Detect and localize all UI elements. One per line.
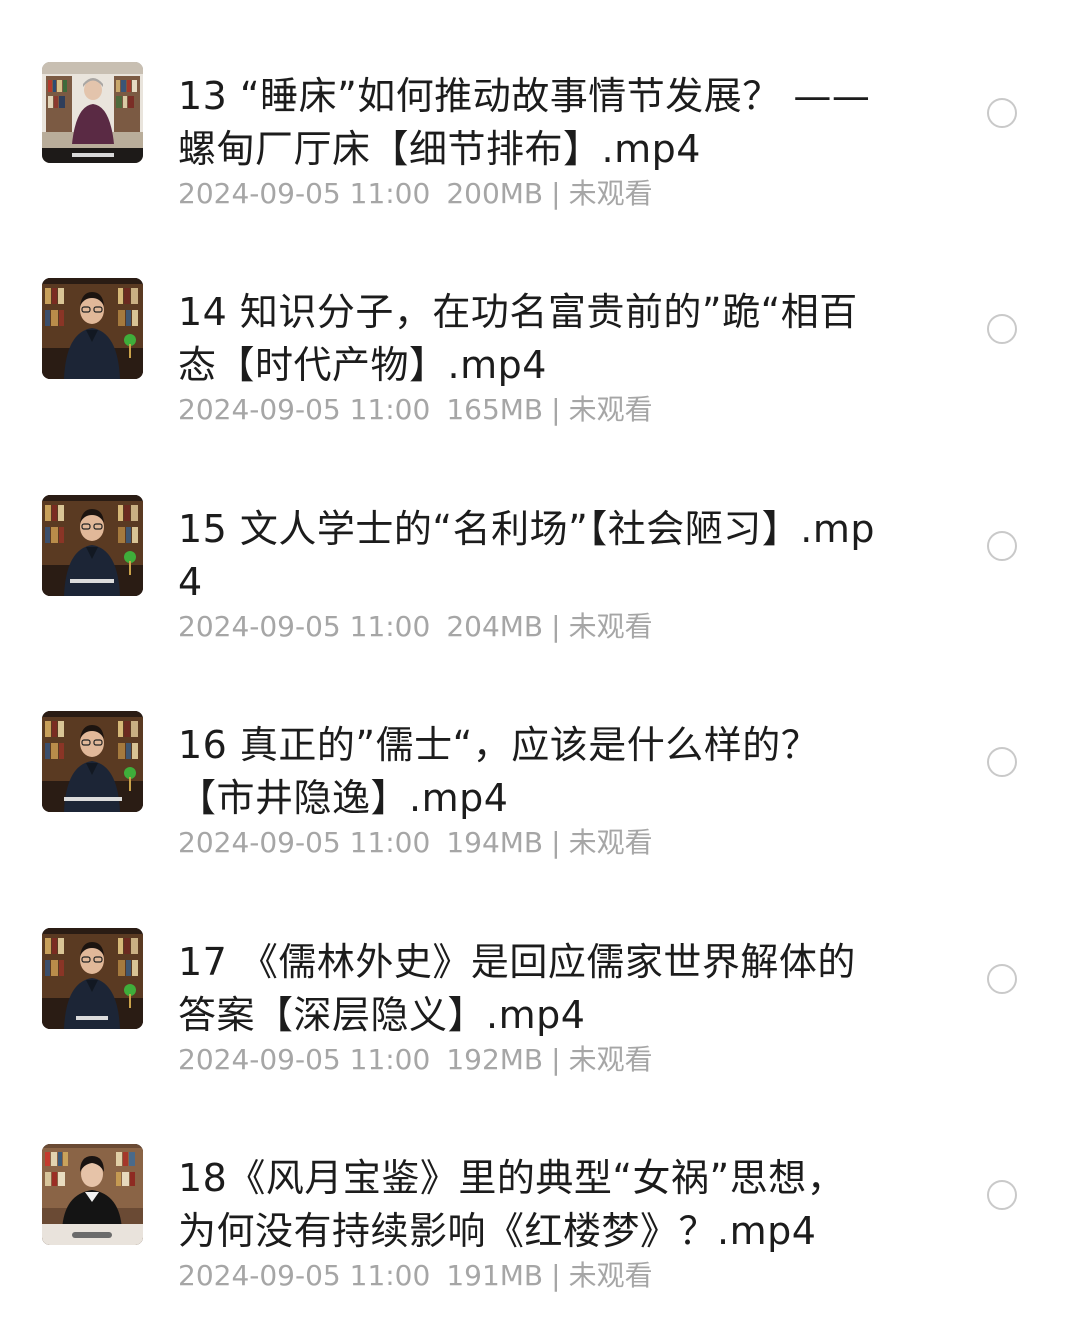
- watch-status: 未观看: [568, 1043, 653, 1076]
- watch-status: 未观看: [568, 177, 653, 210]
- select-radio[interactable]: [987, 98, 1017, 128]
- video-date: 2024-09-05 11:00: [178, 177, 431, 210]
- video-size: 194MB: [446, 826, 544, 859]
- select-radio[interactable]: [987, 531, 1017, 561]
- video-title[interactable]: 13 “睡床”如何推动故事情节发展？ ——螺甸厂厅床【细节排布】.mp4: [178, 70, 878, 176]
- video-meta: 2024-09-05 11:00 191MB | 未观看: [178, 1258, 653, 1294]
- list-item[interactable]: 18《风月宝鉴》里的典型“女祸”思想，为何没有持续影响《红楼梦》？.mp4 20…: [0, 1112, 1080, 1312]
- meta-divider: |: [551, 177, 561, 210]
- video-size: 191MB: [446, 1259, 544, 1292]
- video-meta: 2024-09-05 11:00 200MB | 未观看: [178, 176, 653, 212]
- video-meta: 2024-09-05 11:00 194MB | 未观看: [178, 825, 653, 861]
- video-title[interactable]: 17 《儒林外史》是回应儒家世界解体的答案【深层隐义】.mp4: [178, 936, 878, 1042]
- video-thumbnail[interactable]: [42, 62, 143, 163]
- video-title[interactable]: 18《风月宝鉴》里的典型“女祸”思想，为何没有持续影响《红楼梦》？.mp4: [178, 1152, 878, 1258]
- video-size: 192MB: [446, 1043, 544, 1076]
- select-radio[interactable]: [987, 747, 1017, 777]
- video-thumbnail[interactable]: [42, 928, 143, 1029]
- watch-status: 未观看: [568, 610, 653, 643]
- select-radio[interactable]: [987, 1180, 1017, 1210]
- list-item[interactable]: 16 真正的”儒士“，应该是什么样的？ 【市井隐逸】.mp4 2024-09-0…: [0, 679, 1080, 879]
- video-date: 2024-09-05 11:00: [178, 1259, 431, 1292]
- video-thumbnail[interactable]: [42, 711, 143, 812]
- video-meta: 2024-09-05 11:00 165MB | 未观看: [178, 392, 653, 428]
- video-meta: 2024-09-05 11:00 204MB | 未观看: [178, 609, 653, 645]
- list-item[interactable]: 17 《儒林外史》是回应儒家世界解体的答案【深层隐义】.mp4 2024-09-…: [0, 896, 1080, 1096]
- video-meta: 2024-09-05 11:00 192MB | 未观看: [178, 1042, 653, 1078]
- select-radio[interactable]: [987, 314, 1017, 344]
- video-thumbnail[interactable]: [42, 1144, 143, 1245]
- watch-status: 未观看: [568, 1259, 653, 1292]
- video-title[interactable]: 15 文人学士的“名利场”【社会陋习】.mp4: [178, 503, 878, 609]
- meta-divider: |: [551, 610, 561, 643]
- meta-divider: |: [551, 1043, 561, 1076]
- video-thumbnail[interactable]: [42, 495, 143, 596]
- list-item[interactable]: 14 知识分子，在功名富贵前的”跪“相百态【时代产物】.mp4 2024-09-…: [0, 246, 1080, 446]
- video-date: 2024-09-05 11:00: [178, 826, 431, 859]
- video-thumbnail[interactable]: [42, 278, 143, 379]
- video-title[interactable]: 14 知识分子，在功名富贵前的”跪“相百态【时代产物】.mp4: [178, 286, 878, 392]
- video-size: 165MB: [446, 393, 544, 426]
- video-date: 2024-09-05 11:00: [178, 1043, 431, 1076]
- meta-divider: |: [551, 393, 561, 426]
- meta-divider: |: [551, 1259, 561, 1292]
- list-item[interactable]: 13 “睡床”如何推动故事情节发展？ ——螺甸厂厅床【细节排布】.mp4 202…: [0, 30, 1080, 230]
- video-title[interactable]: 16 真正的”儒士“，应该是什么样的？ 【市井隐逸】.mp4: [178, 719, 878, 825]
- select-radio[interactable]: [987, 964, 1017, 994]
- video-size: 200MB: [446, 177, 544, 210]
- list-item[interactable]: 15 文人学士的“名利场”【社会陋习】.mp4 2024-09-05 11:00…: [0, 463, 1080, 663]
- meta-divider: |: [551, 826, 561, 859]
- watch-status: 未观看: [568, 826, 653, 859]
- video-date: 2024-09-05 11:00: [178, 393, 431, 426]
- video-date: 2024-09-05 11:00: [178, 610, 431, 643]
- watch-status: 未观看: [568, 393, 653, 426]
- video-size: 204MB: [446, 610, 544, 643]
